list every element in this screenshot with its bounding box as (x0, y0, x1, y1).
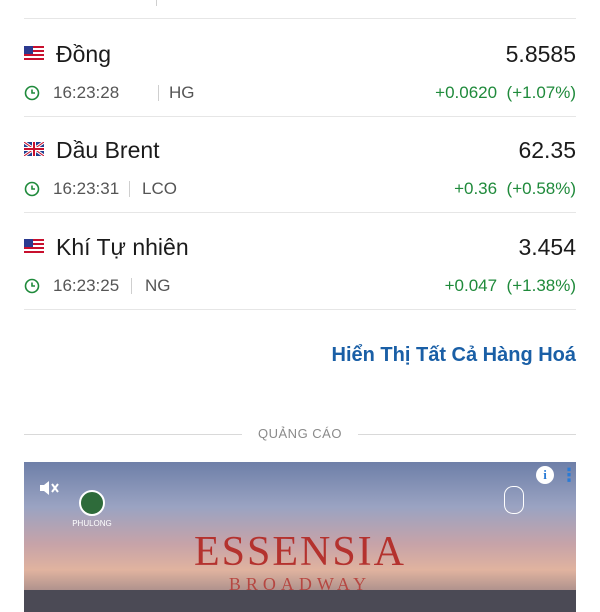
show-all-commodities-link[interactable]: Hiển Thị Tất Cả Hàng Hoá (332, 342, 576, 368)
more-options-icon[interactable]: ⋮ (560, 465, 576, 485)
previous-row-separator (156, 0, 157, 6)
commodity-price: 62.35 (518, 137, 576, 163)
previous-row-divider (24, 0, 576, 19)
city-skyline (24, 590, 576, 612)
logo-seal-icon (79, 490, 105, 516)
commodity-change: +0.36 (+0.58%) (454, 179, 576, 198)
update-time: 16:23:31 (53, 179, 120, 198)
us-flag-icon (24, 46, 44, 60)
clock-icon (24, 278, 40, 294)
commodity-row-brent-oil[interactable]: Dầu Brent 62.35 16:23:31 LCO +0.36 (+0.5… (24, 116, 576, 213)
separator (131, 278, 132, 294)
clock-icon (24, 181, 40, 197)
separator (129, 181, 130, 197)
project-logo (496, 486, 532, 517)
commodity-symbol: NG (145, 276, 171, 295)
commodity-name: Đồng (56, 41, 111, 67)
commodity-price: 3.454 (518, 234, 576, 260)
ad-info-icon[interactable]: i (536, 466, 554, 484)
separator (158, 85, 159, 101)
uk-flag-icon (24, 142, 44, 156)
brand-logo-text: PHULONG (72, 519, 112, 528)
commodity-symbol: LCO (142, 179, 177, 198)
ad-title: ESSENSIA (193, 529, 407, 575)
ad-banner[interactable]: PHULONG i ⋮ ESSENSIA BROADWAY (24, 462, 576, 612)
clock-icon (24, 85, 40, 101)
commodity-row-natural-gas[interactable]: Khí Tự nhiên 3.454 16:23:25 NG +0.047 (+… (24, 213, 576, 310)
commodity-price: 5.8585 (505, 41, 576, 67)
commodity-symbol: HG (169, 83, 195, 102)
mute-icon[interactable] (38, 478, 60, 498)
update-time: 16:23:28 (53, 83, 120, 102)
commodity-name: Khí Tự nhiên (56, 234, 189, 260)
us-flag-icon (24, 239, 44, 253)
ad-label-bar: QUẢNG CÁO (24, 424, 576, 444)
commodity-change: +0.0620 (+1.07%) (435, 83, 576, 102)
commodity-row-copper[interactable]: Đồng 5.8585 16:23:28 HG +0.0620 (+1.07%) (24, 20, 576, 117)
commodity-change: +0.047 (+1.38%) (444, 276, 576, 295)
brand-logo: PHULONG (62, 490, 122, 528)
commodity-name: Dầu Brent (56, 137, 160, 163)
divider (358, 434, 576, 435)
project-badge-icon (504, 486, 524, 514)
update-time: 16:23:25 (53, 276, 120, 295)
